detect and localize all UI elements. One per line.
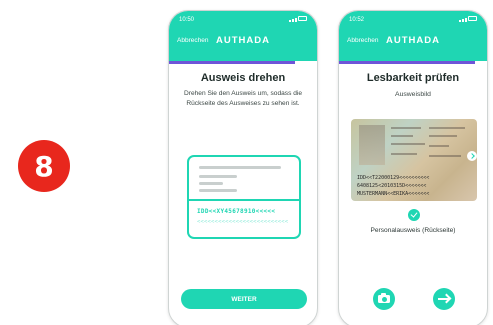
document-type-label: Personalausweis (Rückseite) (370, 227, 456, 234)
brand-logo: AUTHADA (216, 35, 270, 46)
brand-logo: AUTHADA (386, 35, 440, 46)
continue-button[interactable] (433, 288, 455, 310)
status-bar: 10:50 (169, 11, 317, 25)
app-header: 10:52 Abbrechen AUTHADA (339, 11, 487, 61)
screen-subtitle: Ausweisbild (395, 91, 431, 98)
mrz-line-2: <<<<<<<<<<<<<<<<<<<<<<<<<< (197, 219, 289, 225)
scan-mrz-line-1: IDD<<T22000129<<<<<<<<<< (357, 175, 430, 181)
scan-mrz-line-3: MUSTERMANN<<ERIKA<<<<<<< (357, 191, 430, 197)
status-bar: 10:52 (339, 11, 487, 25)
mrz-line-1: IDD<<XY45678910<<<<< (197, 208, 276, 215)
phone-screen-check-readability: 10:52 Abbrechen AUTHADA Lesbarkeit prüfe… (338, 10, 488, 325)
status-time: 10:50 (179, 17, 195, 23)
app-header: 10:50 Abbrechen AUTHADA (169, 11, 317, 61)
camera-icon (378, 293, 390, 303)
id-card-back-illustration: IDD<<XY45678910<<<<< <<<<<<<<<<<<<<<<<<<… (187, 155, 301, 239)
screen-title: Lesbarkeit prüfen (366, 72, 460, 84)
id-card-scan-image: IDD<<T22000129<<<<<<<<<< 6408125<2010315… (351, 119, 477, 201)
signal-battery-icon (289, 16, 307, 22)
scan-mrz-line-2: 6408125<2010315D<<<<<<< (357, 183, 427, 189)
next-button[interactable]: WEITER (181, 289, 307, 309)
screen-title: Ausweis drehen (200, 72, 286, 84)
progress-bar (169, 61, 295, 64)
progress-bar (339, 61, 476, 64)
screen-description: Drehen Sie den Ausweis um, sodass die Rü… (183, 90, 303, 107)
mrz-zone: IDD<<XY45678910<<<<< <<<<<<<<<<<<<<<<<<<… (189, 199, 299, 237)
phone-screen-turn-id: 10:50 Abbrechen AUTHADA Ausweis drehen D… (168, 10, 318, 325)
signal-battery-icon (459, 16, 477, 22)
scan-expand-icon[interactable] (467, 151, 477, 161)
status-time: 10:52 (349, 17, 365, 23)
check-icon (408, 209, 420, 221)
retake-photo-button[interactable] (373, 288, 395, 310)
step-number-badge: 8 (18, 140, 70, 192)
